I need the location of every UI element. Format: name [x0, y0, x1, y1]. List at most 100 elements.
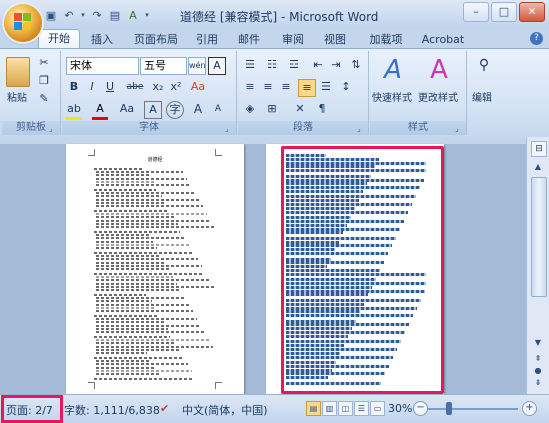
styles-launcher-icon[interactable]: ⌟: [455, 125, 463, 133]
tab-page-layout[interactable]: 页面布局: [128, 31, 184, 48]
italic-button[interactable]: I: [84, 79, 100, 95]
close-button[interactable]: ✕: [519, 2, 545, 22]
quick-styles-button[interactable]: 快速样式: [372, 89, 412, 104]
copy-icon[interactable]: ❐: [36, 73, 52, 89]
undo-icon[interactable]: ↶: [62, 8, 76, 22]
change-styles-button[interactable]: 更改样式: [418, 89, 458, 104]
decrease-indent-icon[interactable]: ⇤: [310, 57, 326, 73]
superscript-button[interactable]: x²: [168, 79, 184, 95]
maximize-button[interactable]: □: [491, 2, 517, 22]
next-page-icon[interactable]: ⇟: [531, 377, 545, 389]
ribbon: 粘贴 ✂ ❐ ✎ 剪贴板 ⌟ 宋体 五号 wén A B I U abe x₂ …: [0, 48, 549, 138]
text-line: [96, 171, 183, 174]
paste-button[interactable]: 粘贴: [7, 89, 27, 104]
subscript-button[interactable]: x₂: [150, 79, 166, 95]
clear-formatting-button[interactable]: Aa: [190, 79, 206, 95]
save-icon[interactable]: ▣: [44, 8, 58, 22]
format-painter-icon[interactable]: ✎: [36, 91, 52, 107]
customize-icon[interactable]: ▾: [144, 8, 150, 22]
tab-home[interactable]: 开始: [38, 29, 80, 49]
zoom-slider-knob[interactable]: [446, 402, 452, 415]
editing-button[interactable]: 编辑: [472, 89, 492, 104]
text-line: [96, 331, 205, 333]
font-color-button[interactable]: A: [92, 101, 108, 120]
bullets-icon[interactable]: ☰: [242, 57, 258, 73]
tab-view[interactable]: 视图: [318, 31, 352, 48]
page-indicator[interactable]: 页面: 2/7: [6, 402, 53, 418]
numbering-icon[interactable]: ☷: [264, 57, 280, 73]
tab-insert[interactable]: 插入: [82, 31, 122, 48]
bold-button[interactable]: B: [66, 79, 82, 95]
font-name-select[interactable]: 宋体: [66, 57, 139, 75]
vertical-scrollbar[interactable]: ⊟ ▲ ▼ ⇞ ● ⇟: [526, 137, 549, 394]
align-center-icon[interactable]: ≡: [260, 79, 276, 95]
zoom-slider[interactable]: [428, 408, 518, 410]
highlight-color-icon[interactable]: ab: [66, 101, 82, 120]
show-marks-icon[interactable]: ¶: [314, 101, 330, 117]
scroll-thumb[interactable]: [531, 177, 547, 297]
tab-addins[interactable]: 加载项: [364, 31, 408, 48]
text-line: [96, 222, 178, 225]
undo-dropdown-icon[interactable]: ▾: [80, 8, 86, 22]
grow-font-button[interactable]: A: [190, 101, 206, 117]
help-icon[interactable]: ?: [530, 32, 543, 45]
character-shading-icon[interactable]: A: [144, 101, 162, 119]
clipboard-launcher-icon[interactable]: ⌟: [49, 125, 57, 133]
zoom-out-icon[interactable]: −: [413, 401, 428, 416]
proofing-icon[interactable]: ✔: [160, 402, 169, 415]
change-case-button[interactable]: Aa: [116, 101, 138, 117]
print-preview-icon[interactable]: ▤: [108, 8, 122, 22]
align-right-icon[interactable]: ≡: [278, 79, 294, 95]
sort-icon[interactable]: ⇅: [348, 57, 364, 73]
distributed-icon[interactable]: ☰: [318, 79, 334, 95]
full-screen-reading-icon[interactable]: ▥: [322, 401, 337, 416]
binoculars-icon[interactable]: ⚲: [474, 57, 494, 77]
quick-styles-icon[interactable]: A: [378, 55, 408, 85]
font-size-select[interactable]: 五号: [140, 57, 187, 75]
previous-page-icon[interactable]: ⇞: [531, 353, 545, 365]
tab-acrobat[interactable]: Acrobat: [418, 31, 468, 48]
outline-view-icon[interactable]: ☰: [354, 401, 369, 416]
scroll-down-icon[interactable]: ▼: [531, 337, 545, 349]
draft-view-icon[interactable]: ▭: [370, 401, 385, 416]
line-spacing-icon[interactable]: ↕: [338, 79, 354, 95]
text-line: [96, 297, 185, 300]
minimize-button[interactable]: –: [463, 2, 489, 22]
print-layout-view-icon[interactable]: ▤: [306, 401, 321, 416]
spell-check-icon[interactable]: A: [126, 8, 140, 22]
tab-references[interactable]: 引用: [190, 31, 224, 48]
browse-object-icon[interactable]: ●: [531, 365, 545, 377]
font-launcher-icon[interactable]: ⌟: [225, 125, 233, 133]
cut-icon[interactable]: ✂: [36, 55, 52, 71]
zoom-level[interactable]: 30%: [388, 402, 412, 415]
tab-review[interactable]: 审阅: [276, 31, 310, 48]
scroll-up-icon[interactable]: ▲: [531, 161, 545, 173]
view-ruler-icon[interactable]: ⊟: [531, 141, 547, 157]
character-border-button[interactable]: A: [208, 57, 226, 75]
shrink-font-button[interactable]: A: [210, 101, 226, 117]
chinese-layout-icon[interactable]: ✕: [292, 101, 308, 117]
shading-icon[interactable]: ◈: [242, 101, 258, 117]
document-page-1[interactable]: 道德经: [66, 144, 244, 394]
multilevel-list-icon[interactable]: ☲: [286, 57, 302, 73]
zoom-in-icon[interactable]: +: [522, 401, 537, 416]
enclose-characters-icon[interactable]: 字: [166, 101, 184, 119]
paragraph-launcher-icon[interactable]: ⌟: [357, 125, 365, 133]
word-count[interactable]: 字数: 1,111/6,838: [64, 402, 160, 418]
phonetic-guide-button[interactable]: wén: [188, 57, 206, 75]
underline-button[interactable]: U: [102, 79, 118, 95]
align-left-icon[interactable]: ≡: [242, 79, 258, 95]
change-styles-icon[interactable]: A: [424, 55, 454, 85]
web-layout-icon[interactable]: ◫: [338, 401, 353, 416]
increase-indent-icon[interactable]: ⇥: [328, 57, 344, 73]
justify-icon[interactable]: ≡: [298, 79, 316, 97]
tab-mailings[interactable]: 邮件: [232, 31, 266, 48]
office-button[interactable]: [4, 4, 42, 42]
group-clipboard: 粘贴 ✂ ❐ ✎ 剪贴板 ⌟: [2, 51, 61, 135]
redo-icon[interactable]: ↷: [90, 8, 104, 22]
language-indicator[interactable]: 中文(简体，中国): [182, 402, 268, 418]
strikethrough-button[interactable]: abe: [124, 79, 146, 95]
status-bar: 页面: 2/7 字数: 1,111/6,838 ✔ 中文(简体，中国) ▤ ▥ …: [0, 394, 549, 423]
borders-icon[interactable]: ⊞: [264, 101, 280, 117]
paste-icon[interactable]: [6, 57, 30, 87]
